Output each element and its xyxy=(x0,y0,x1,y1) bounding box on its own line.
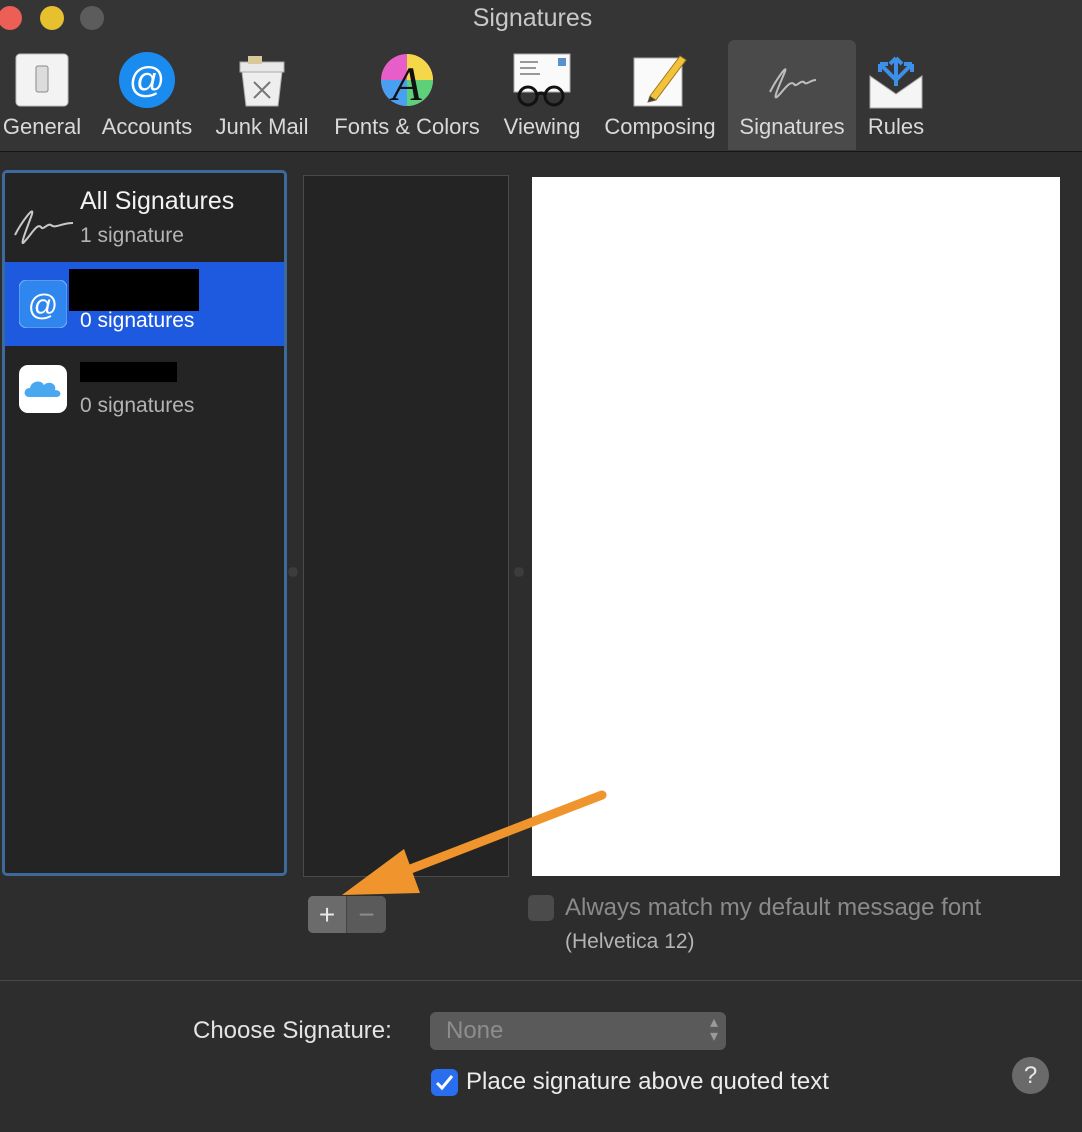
icloud-icon xyxy=(19,365,67,413)
split-handle[interactable] xyxy=(514,567,524,577)
trash-icon xyxy=(239,56,285,107)
tab-label: Fonts & Colors xyxy=(334,114,480,139)
tab-composing[interactable]: Composing xyxy=(597,40,723,150)
tab-label: Junk Mail xyxy=(215,114,309,139)
pencil-icon xyxy=(633,55,687,107)
tab-junk-mail[interactable]: Junk Mail xyxy=(207,40,317,150)
tab-label: Signatures xyxy=(739,114,845,139)
window-title: Signatures xyxy=(472,4,593,32)
svg-text:@: @ xyxy=(28,289,58,322)
chevron-updown-icon: ▴ ▾ xyxy=(709,1014,718,1045)
match-font-checkbox[interactable] xyxy=(528,895,554,921)
tab-label: Composing xyxy=(604,114,716,139)
glasses-icon xyxy=(513,53,571,107)
tab-label: Viewing xyxy=(503,114,581,139)
account-list[interactable]: All Signatures 1 signature @ 0 signature… xyxy=(2,170,287,876)
signature-preview[interactable] xyxy=(532,177,1060,876)
choose-signature-popup[interactable]: None ▴ ▾ xyxy=(430,1012,726,1050)
divider xyxy=(0,980,1082,981)
at-icon: @ xyxy=(19,280,67,328)
tab-rules[interactable]: Rules xyxy=(864,40,928,150)
rules-icon xyxy=(869,56,923,109)
add-remove-control: + − xyxy=(308,896,386,933)
remove-signature-button[interactable]: − xyxy=(347,896,386,933)
signature-list[interactable] xyxy=(303,175,509,877)
account-row-selected[interactable]: @ 0 signatures xyxy=(5,262,284,346)
tab-fonts-colors[interactable]: A Fonts & Colors xyxy=(327,40,487,150)
tab-signatures[interactable]: Signatures xyxy=(728,40,856,150)
redacted-account-name xyxy=(69,269,199,311)
row-subtitle: 0 signatures xyxy=(80,309,195,332)
at-icon: @ xyxy=(119,52,175,108)
place-above-label: Place signature above quoted text xyxy=(466,1068,829,1095)
popup-value: None xyxy=(446,1017,504,1044)
svg-text:A: A xyxy=(389,58,422,110)
switch-icon xyxy=(15,53,69,107)
signature-icon xyxy=(14,210,74,244)
tab-label: Rules xyxy=(867,114,925,139)
account-row-all-signatures[interactable]: All Signatures 1 signature xyxy=(5,173,284,257)
tab-label: Accounts xyxy=(101,114,193,139)
place-above-checkbox[interactable] xyxy=(431,1069,458,1096)
account-row-icloud[interactable]: 0 signatures xyxy=(5,348,284,432)
row-subtitle: 0 signatures xyxy=(80,394,195,417)
tab-viewing[interactable]: Viewing xyxy=(496,40,588,150)
signature-icon xyxy=(769,68,817,99)
tab-general[interactable]: General xyxy=(0,40,84,150)
row-subtitle: 1 signature xyxy=(80,224,184,247)
tab-accounts[interactable]: @ Accounts xyxy=(95,40,199,150)
row-title: All Signatures xyxy=(80,187,235,215)
help-button[interactable]: ? xyxy=(1012,1057,1049,1094)
match-font-label: Always match my default message font xyxy=(565,894,982,921)
toolbar: Signatures General @ Accounts Junk Mail … xyxy=(0,0,1082,152)
fonts-colors-icon: A xyxy=(381,54,433,110)
add-signature-button[interactable]: + xyxy=(308,896,347,933)
choose-signature-label: Choose Signature: xyxy=(193,1017,392,1044)
font-name-label: (Helvetica 12) xyxy=(565,930,695,953)
checkmark-icon xyxy=(435,1075,454,1091)
svg-text:@: @ xyxy=(129,59,166,100)
tab-label: General xyxy=(2,114,82,139)
redacted-account-name xyxy=(80,362,177,382)
split-handle[interactable] xyxy=(288,567,298,577)
